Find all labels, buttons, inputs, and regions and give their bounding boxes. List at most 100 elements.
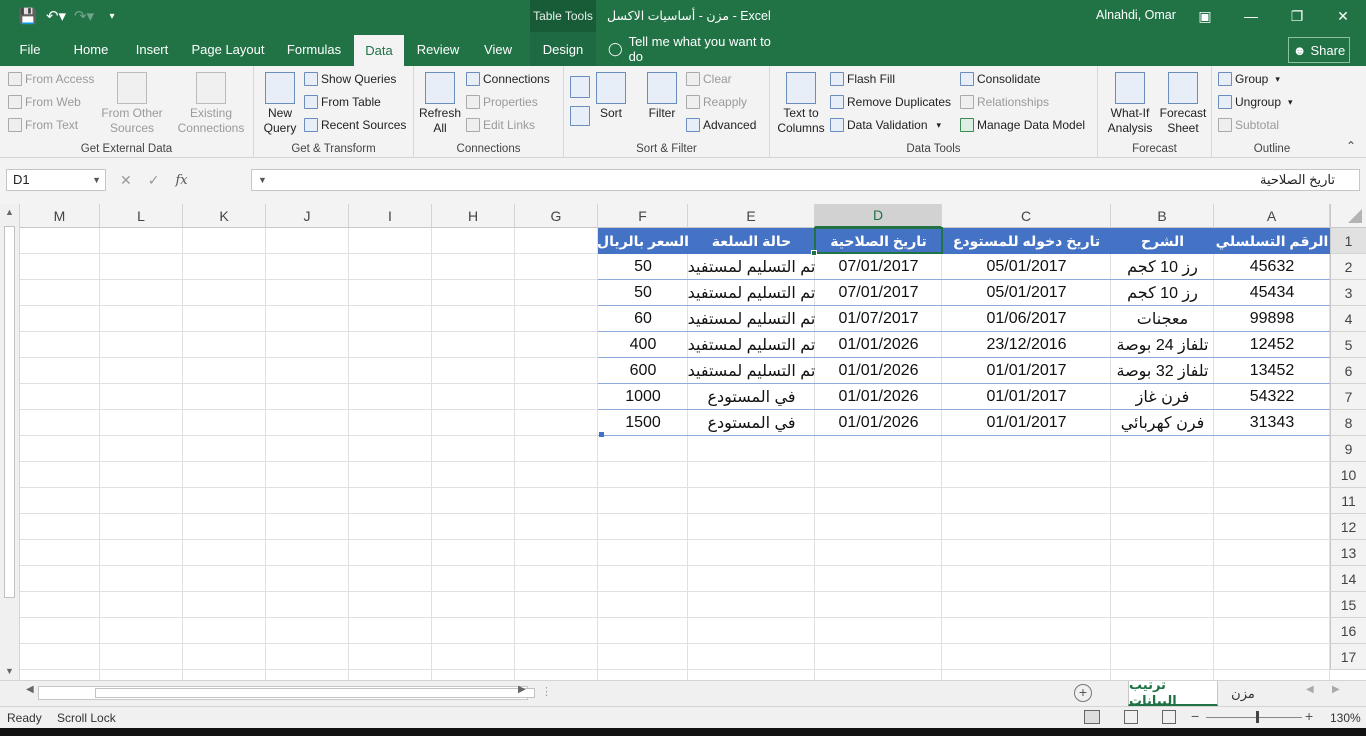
sort-button[interactable]: Sort xyxy=(594,72,628,121)
table-cell[interactable]: تلفاز 24 بوصة xyxy=(1111,332,1214,358)
cancel-icon[interactable]: ✕ xyxy=(120,172,132,189)
minimize-icon[interactable]: — xyxy=(1228,0,1274,32)
manage-data-model-button[interactable]: Manage Data Model xyxy=(960,118,1085,132)
existing-connections-button[interactable]: Existing Connections xyxy=(174,72,248,136)
column-header-a[interactable]: A xyxy=(1214,204,1330,228)
share-button[interactable]: ☻ Share xyxy=(1288,37,1350,63)
tab-home[interactable]: Home xyxy=(66,32,116,66)
zoom-in-icon[interactable]: + xyxy=(1305,708,1313,724)
column-header-h[interactable]: H xyxy=(432,204,515,228)
edit-links-button[interactable]: Edit Links xyxy=(466,118,535,132)
table-cell[interactable]: 50 xyxy=(598,254,688,280)
row-header-10[interactable]: 10 xyxy=(1330,462,1366,488)
table-cell[interactable]: رز 10 كجم xyxy=(1111,254,1214,280)
row-header-16[interactable]: 16 xyxy=(1330,618,1366,644)
tab-insert[interactable]: Insert xyxy=(128,32,176,66)
table-header-cell[interactable]: السعر بالريال xyxy=(598,228,688,254)
from-access-button[interactable]: From Access xyxy=(8,72,94,86)
worksheet-grid[interactable]: ▲ ▼ A B C D E F G H I J K L M 1 2 3 4 5 6 7 8 9 10 11 12 13 14 15 16… xyxy=(0,204,1366,680)
chevron-down-icon[interactable]: ▼ xyxy=(92,170,101,190)
undo-icon[interactable]: ↶▾ xyxy=(42,0,70,32)
next-sheet-icon[interactable]: ▶ xyxy=(1332,684,1340,695)
row-header-13[interactable]: 13 xyxy=(1330,540,1366,566)
column-header-k[interactable]: K xyxy=(183,204,266,228)
table-cell[interactable]: 400 xyxy=(598,332,688,358)
table-cell[interactable]: 12452 xyxy=(1214,332,1330,358)
table-cell[interactable]: تم التسليم لمستفيد xyxy=(688,280,815,306)
row-header-1[interactable]: 1 xyxy=(1330,228,1366,254)
consolidate-button[interactable]: Consolidate xyxy=(960,72,1040,86)
table-cell[interactable]: 01/01/2017 xyxy=(942,358,1111,384)
table-cell[interactable]: في المستودع xyxy=(688,410,815,436)
table-header-cell[interactable]: الرقم التسلسلي xyxy=(1214,228,1330,254)
row-header-3[interactable]: 3 xyxy=(1330,280,1366,306)
tab-file[interactable]: File xyxy=(8,32,52,66)
show-queries-button[interactable]: Show Queries xyxy=(304,72,396,86)
sort-a-z-button[interactable] xyxy=(570,76,590,98)
select-all-corner[interactable] xyxy=(1330,204,1366,228)
row-header-8[interactable]: 8 xyxy=(1330,410,1366,436)
row-header-2[interactable]: 2 xyxy=(1330,254,1366,280)
sheet-tab-active[interactable]: ترتيب البيانات xyxy=(1128,677,1218,708)
tab-view[interactable]: View xyxy=(476,32,520,66)
from-table-button[interactable]: From Table xyxy=(304,95,381,109)
row-header-11[interactable]: 11 xyxy=(1330,488,1366,514)
row-header-7[interactable]: 7 xyxy=(1330,384,1366,410)
vertical-scroll-thumb[interactable] xyxy=(4,226,15,598)
user-name[interactable]: Alnahdi, Omar xyxy=(1096,8,1176,22)
table-cell[interactable]: 05/01/2017 xyxy=(942,280,1111,306)
table-cell[interactable]: 23/12/2016 xyxy=(942,332,1111,358)
recent-sources-button[interactable]: Recent Sources xyxy=(304,118,406,132)
ribbon-display-options-icon[interactable]: ▣ xyxy=(1182,0,1228,32)
tab-design[interactable]: Design xyxy=(530,32,596,66)
table-cell[interactable]: تم التسليم لمستفيد xyxy=(688,332,815,358)
table-cell[interactable]: 31343 xyxy=(1214,410,1330,436)
table-cell[interactable]: 50 xyxy=(598,280,688,306)
table-cell[interactable]: في المستودع xyxy=(688,384,815,410)
zoom-out-icon[interactable]: − xyxy=(1191,708,1199,724)
table-cell[interactable]: 1000 xyxy=(598,384,688,410)
table-cell[interactable]: 01/01/2026 xyxy=(815,384,942,410)
table-cell[interactable]: 01/06/2017 xyxy=(942,306,1111,332)
close-icon[interactable]: ✕ xyxy=(1320,0,1366,32)
row-header-6[interactable]: 6 xyxy=(1330,358,1366,384)
new-query-button[interactable]: New Query xyxy=(258,72,302,136)
table-resize-handle[interactable] xyxy=(599,432,604,437)
enter-icon[interactable]: ✓ xyxy=(148,172,160,189)
table-cell[interactable]: 45632 xyxy=(1214,254,1330,280)
table-header-cell[interactable]: تاريخ دخوله للمستودع xyxy=(942,228,1111,254)
reapply-button[interactable]: Reapply xyxy=(686,95,747,109)
group-button[interactable]: Group ▾ xyxy=(1218,72,1280,86)
redo-icon[interactable]: ↷▾ xyxy=(70,0,98,32)
filter-button[interactable]: Filter xyxy=(644,72,680,121)
column-header-d[interactable]: D xyxy=(815,204,942,228)
table-cell[interactable]: 60 xyxy=(598,306,688,332)
column-header-g[interactable]: G xyxy=(515,204,598,228)
table-cell[interactable]: 01/01/2017 xyxy=(942,384,1111,410)
table-cell[interactable]: 01/01/2017 xyxy=(942,410,1111,436)
refresh-all-button[interactable]: Refresh All xyxy=(418,72,462,136)
table-cell[interactable]: 07/01/2017 xyxy=(815,280,942,306)
page-break-view-icon[interactable] xyxy=(1162,710,1176,724)
tab-data[interactable]: Data xyxy=(354,35,404,66)
column-header-b[interactable]: B xyxy=(1111,204,1214,228)
table-cell[interactable]: تم التسليم لمستفيد xyxy=(688,358,815,384)
splitter-handle[interactable]: ⋮ xyxy=(541,685,552,698)
page-layout-view-icon[interactable] xyxy=(1124,710,1138,724)
save-icon[interactable]: 💾 xyxy=(14,0,42,32)
customize-qat-icon[interactable]: ▾ xyxy=(98,0,126,32)
relationships-button[interactable]: Relationships xyxy=(960,95,1049,109)
expand-formula-bar-icon[interactable]: ▼ xyxy=(258,170,267,190)
table-cell[interactable]: فرن كهربائي xyxy=(1111,410,1214,436)
table-cell[interactable]: 45434 xyxy=(1214,280,1330,306)
table-cell[interactable]: 01/01/2026 xyxy=(815,410,942,436)
remove-duplicates-button[interactable]: Remove Duplicates xyxy=(830,95,951,109)
forecast-sheet-button[interactable]: Forecast Sheet xyxy=(1158,72,1208,136)
scroll-left-icon[interactable]: ◀ xyxy=(26,684,34,695)
collapse-ribbon-icon[interactable]: ⌃ xyxy=(1346,139,1356,153)
table-cell[interactable]: 05/01/2017 xyxy=(942,254,1111,280)
table-cell[interactable]: تم التسليم لمستفيد xyxy=(688,306,815,332)
row-header-17[interactable]: 17 xyxy=(1330,644,1366,670)
vertical-scrollbar[interactable]: ▲ ▼ xyxy=(0,204,20,680)
sheet-tab-other[interactable]: مزن xyxy=(1222,681,1264,706)
